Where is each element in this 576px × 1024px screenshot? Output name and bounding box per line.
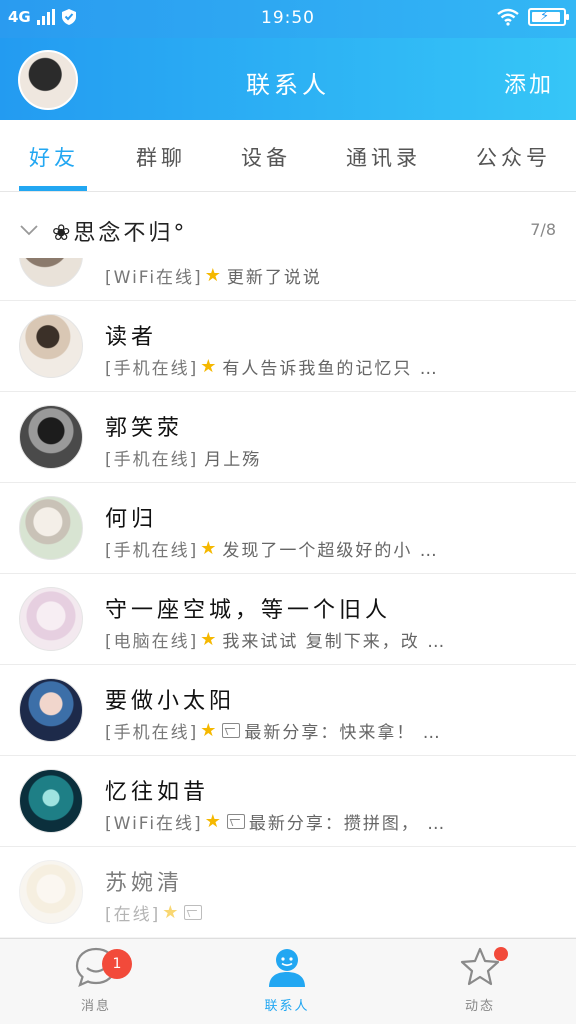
nav-label: 联系人 [264, 999, 310, 1014]
battery-icon: ⚡ [528, 8, 569, 26]
star-icon: ★ [162, 902, 181, 923]
picture-icon [184, 905, 203, 920]
star-icon: ★ [204, 811, 223, 832]
nav-messages[interactable]: 1 消息 [36, 945, 156, 1024]
online-status: [电脑在线] [105, 632, 199, 652]
notification-dot [494, 947, 508, 961]
avatar [19, 678, 83, 742]
group-header[interactable]: ❀思念不归° 7/8 [0, 193, 576, 265]
online-status: [在线] [105, 905, 161, 925]
online-status: [手机在线] [105, 541, 199, 561]
avatar [19, 314, 83, 378]
online-status: [WiFi在线] [105, 814, 203, 834]
avatar [19, 258, 83, 287]
contact-subtitle: [手机在线] ★ 发现了一个超级好的小 … [105, 536, 439, 561]
star-icon: ★ [200, 629, 219, 650]
tab-address-book[interactable]: 通讯录 [346, 142, 421, 172]
list-item[interactable]: 忆往如昔 [WiFi在线] ★ 最新分享：攒拼图， … [0, 756, 576, 847]
star-icon: ★ [200, 356, 219, 377]
contact-subtitle: [手机在线] ★ 最新分享：快来拿！ … [105, 718, 442, 743]
contact-name: 苏婉清 [105, 871, 184, 896]
online-status: [WiFi在线] [105, 268, 203, 288]
status-right: ⚡ [496, 8, 569, 26]
contact-list[interactable]: 读书 [WiFi在线] ★ 更新了说说 读者 [手机在线] ★ 有人告诉我鱼的记… [0, 258, 576, 938]
tab-indicator [19, 186, 87, 191]
contact-name: 何归 [105, 507, 158, 532]
contact-subtitle: [电脑在线] ★ 我来试试 复制下来，改 … [105, 627, 446, 652]
contact-message: 我来试试 复制下来，改 … [222, 632, 447, 652]
nav-label: 动态 [464, 999, 495, 1014]
status-time: 19:50 [261, 8, 315, 28]
contact-message: 最新分享：快来拿！ … [244, 723, 442, 743]
contact-message: 发现了一个超级好的小 … [222, 541, 439, 561]
group-name: ❀思念不归° [52, 221, 188, 246]
contact-name: 读者 [105, 325, 158, 350]
contact-name: 要做小太阳 [105, 689, 236, 714]
list-item[interactable]: 守一座空城，等一个旧人 [电脑在线] ★ 我来试试 复制下来，改 … [0, 574, 576, 665]
avatar [19, 587, 83, 651]
page-title: 联系人 [246, 71, 330, 99]
tab-friends[interactable]: 好友 [29, 142, 79, 172]
list-item[interactable]: 读书 [WiFi在线] ★ 更新了说说 [0, 258, 576, 301]
list-item[interactable]: 郭笑荥 [手机在线] 月上殇 [0, 392, 576, 483]
contact-message: 月上殇 [204, 450, 262, 470]
unread-badge: 1 [102, 949, 132, 979]
contact-name: 郭笑荥 [105, 416, 184, 441]
contact-name: 读书 [105, 258, 157, 260]
bottom-nav: 1 消息 联系人 动态 [0, 938, 576, 1024]
contact-message: 有人告诉我鱼的记忆只 … [222, 359, 439, 379]
app-header: 联系人 添加 [0, 38, 576, 120]
contact-subtitle: [WiFi在线] ★ 最新分享：攒拼图， … [105, 809, 446, 834]
contact-subtitle: [在线] ★ [105, 900, 206, 925]
contact-person-icon [269, 949, 305, 987]
nav-contacts[interactable]: 联系人 [227, 945, 347, 1024]
nav-label: 消息 [80, 999, 111, 1014]
picture-icon [226, 814, 245, 829]
star-icon: ★ [204, 265, 223, 286]
star-icon: ★ [200, 720, 219, 741]
avatar [19, 860, 83, 924]
chevron-down-icon [20, 225, 38, 236]
contact-subtitle: [手机在线] ★ 有人告诉我鱼的记忆只 … [105, 354, 439, 379]
contact-name: 守一座空城，等一个旧人 [105, 598, 392, 623]
online-status: [手机在线] [105, 359, 199, 379]
online-status: [手机在线] [105, 723, 199, 743]
wifi-icon [497, 8, 519, 26]
list-item[interactable]: 要做小太阳 [手机在线] ★ 最新分享：快来拿！ … [0, 665, 576, 756]
add-button[interactable]: 添加 [504, 67, 554, 99]
avatar [19, 405, 83, 469]
contact-subtitle: [WiFi在线] ★ 更新了说说 [105, 263, 322, 288]
contact-subtitle: [手机在线] 月上殇 [105, 445, 261, 470]
nav-moments[interactable]: 动态 [420, 945, 540, 1024]
avatar [19, 769, 83, 833]
contact-name: 忆往如昔 [105, 780, 210, 805]
tab-groups[interactable]: 群聊 [136, 142, 186, 172]
list-item[interactable]: 何归 [手机在线] ★ 发现了一个超级好的小 … [0, 483, 576, 574]
tab-bar: 好友 群聊 设备 通讯录 公众号 [0, 120, 576, 192]
star-icon: ★ [200, 538, 219, 559]
contact-message: 最新分享：攒拼图， … [248, 814, 447, 834]
list-item[interactable]: 苏婉清 [在线] ★ [0, 847, 576, 938]
avatar [19, 496, 83, 560]
group-count: 7/8 [530, 220, 556, 239]
tab-devices[interactable]: 设备 [241, 142, 291, 172]
picture-icon [222, 723, 241, 738]
tab-official-accounts[interactable]: 公众号 [476, 142, 551, 172]
online-status: [手机在线] [105, 450, 199, 470]
list-item[interactable]: 读者 [手机在线] ★ 有人告诉我鱼的记忆只 … [0, 301, 576, 392]
contact-message: 更新了说说 [226, 268, 322, 288]
status-bar: 4G 19:50 ⚡ [0, 0, 576, 38]
